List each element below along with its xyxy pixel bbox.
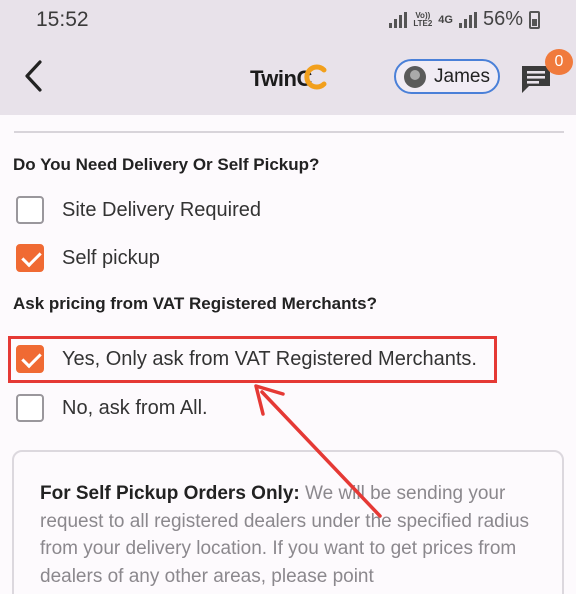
checkbox-vat-only[interactable]: [16, 345, 44, 373]
checkbox-self-pickup[interactable]: [16, 244, 44, 272]
signal-icon: [389, 11, 408, 28]
info-heading: For Self Pickup Orders Only:: [40, 483, 300, 504]
checkbox-ask-all[interactable]: [16, 394, 44, 422]
vat-question: Ask pricing from VAT Registered Merchant…: [13, 294, 377, 313]
battery-percent: 56%: [482, 8, 523, 30]
volte-indicator: Vo)) LTE2: [413, 10, 433, 28]
battery-icon: [529, 10, 540, 29]
app-header: TwinC James 0: [0, 40, 576, 115]
network-type: 4G: [438, 13, 453, 26]
option-label: Self pickup: [62, 246, 160, 269]
divider: [14, 131, 564, 133]
user-name: James: [434, 65, 490, 87]
option-label: Yes, Only ask from VAT Registered Mercha…: [62, 347, 477, 370]
option-ask-all[interactable]: No, ask from All.: [16, 394, 208, 422]
status-icons: Vo)) LTE2 4G 56%: [389, 8, 540, 31]
status-bar: 15:52 Vo)) LTE2 4G 56%: [0, 0, 576, 40]
option-vat-only[interactable]: Yes, Only ask from VAT Registered Mercha…: [16, 345, 477, 373]
checkbox-site-delivery[interactable]: [16, 196, 44, 224]
notification-badge: 0: [545, 49, 573, 75]
status-time: 15:52: [36, 8, 89, 31]
back-arrow-icon[interactable]: [18, 58, 54, 94]
delivery-question: Do You Need Delivery Or Self Pickup?: [13, 155, 320, 174]
user-profile-button[interactable]: James: [394, 59, 500, 94]
option-label: Site Delivery Required: [62, 198, 261, 221]
info-text: For Self Pickup Orders Only: We will be …: [40, 480, 550, 590]
info-card: For Self Pickup Orders Only: We will be …: [12, 450, 564, 594]
option-self-pickup[interactable]: Self pickup: [16, 244, 160, 272]
option-label: No, ask from All.: [62, 396, 208, 419]
option-site-delivery[interactable]: Site Delivery Required: [16, 196, 261, 224]
logo-mark-icon: [304, 64, 327, 90]
signal-icon-2: [458, 11, 477, 28]
avatar: [404, 65, 426, 88]
